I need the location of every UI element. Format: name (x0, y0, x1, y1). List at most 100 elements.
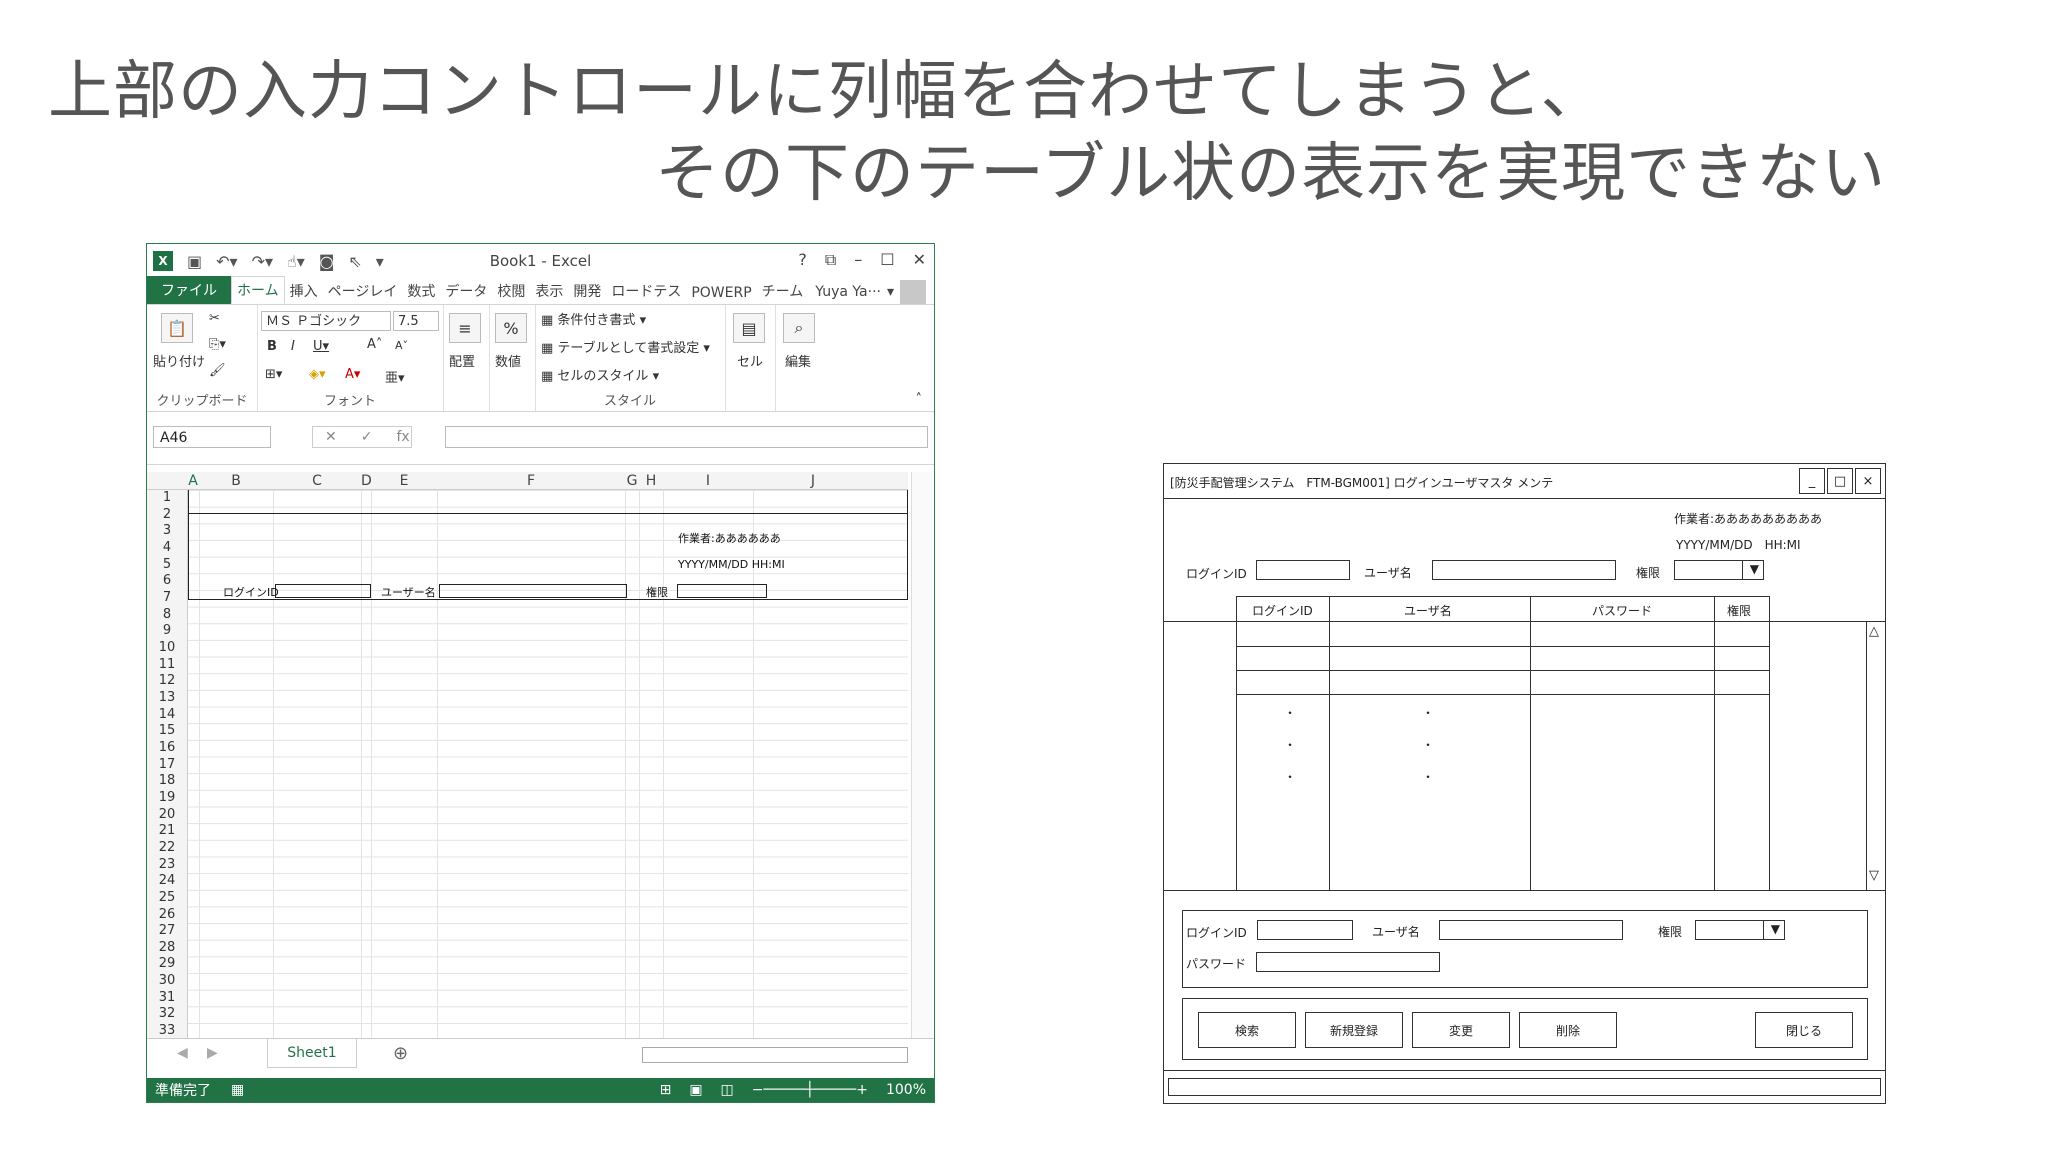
row-header[interactable]: 29 (147, 956, 187, 971)
enter-icon[interactable]: ✓ (361, 429, 373, 445)
customize-qat-icon[interactable]: ▾ (376, 252, 384, 271)
row-header[interactable]: 1 (147, 490, 187, 505)
col-header-i[interactable]: I (663, 473, 753, 489)
row-header[interactable]: 5 (147, 557, 187, 572)
row-header[interactable]: 6 (147, 573, 187, 588)
collapse-ribbon-icon[interactable]: ˄ (916, 392, 923, 407)
zoom-slider[interactable]: −─────┼─────+ (752, 1082, 868, 1098)
vertical-scrollbar[interactable] (911, 472, 932, 1038)
phonetic-icon[interactable]: 亜▾ (385, 367, 405, 386)
cancel-icon[interactable]: ✕ (325, 429, 337, 445)
search-button[interactable]: 検索 (1198, 1012, 1296, 1048)
col-header-a[interactable]: A (187, 473, 199, 489)
page-break-view-icon[interactable]: ◫ (721, 1082, 734, 1098)
minimize-icon[interactable]: – (854, 250, 862, 270)
undo-icon[interactable]: ↶▾ (216, 252, 237, 271)
tab-developer[interactable]: 開発 (568, 278, 606, 304)
tab-data[interactable]: データ (440, 278, 492, 304)
row-header[interactable]: 28 (147, 940, 187, 955)
normal-view-icon[interactable]: ⊞ (660, 1082, 672, 1098)
ribbon-display-icon[interactable]: ⧉ (825, 250, 836, 270)
tab-load-test[interactable]: ロードテス (606, 278, 686, 304)
col-header-g[interactable]: G (625, 473, 639, 489)
format-as-table-button[interactable]: ▦ テーブルとして書式設定 ▾ (541, 337, 710, 356)
row-header[interactable]: 21 (147, 823, 187, 838)
row-header[interactable]: 2 (147, 507, 187, 522)
scroll-up-icon[interactable]: △ (1869, 624, 1879, 639)
user-name-input-cell[interactable] (439, 584, 627, 598)
tab-powerpivot[interactable]: POWERP (686, 282, 756, 304)
row-header[interactable]: 14 (147, 707, 187, 722)
row-header[interactable]: 25 (147, 890, 187, 905)
formula-input[interactable] (445, 426, 928, 448)
tab-page-layout[interactable]: ページレイ (323, 278, 403, 304)
row-header[interactable]: 13 (147, 690, 187, 705)
paste-button[interactable]: 貼り付け (153, 351, 205, 370)
delete-button[interactable]: 削除 (1519, 1012, 1617, 1048)
tab-review[interactable]: 校閲 (492, 278, 530, 304)
col-header-c[interactable]: C (273, 473, 361, 489)
row-header[interactable]: 7 (147, 590, 187, 605)
row-header[interactable]: 30 (147, 973, 187, 988)
cut-icon[interactable]: ✂ (209, 311, 220, 326)
row-header[interactable]: 15 (147, 723, 187, 738)
dialog-maximize-icon[interactable]: □ (1827, 468, 1853, 494)
copy-icon[interactable]: ⎘▾ (209, 337, 226, 352)
tab-file[interactable]: ファイル (147, 276, 231, 304)
redo-icon[interactable]: ↷▾ (252, 252, 273, 271)
font-name-select[interactable]: ＭＳ Ｐゴシック (261, 311, 391, 331)
format-painter-icon[interactable]: 🖌 (209, 363, 226, 378)
col-header-j[interactable]: J (753, 473, 873, 489)
macro-record-icon[interactable]: ▦ (231, 1082, 244, 1098)
tab-formulas[interactable]: 数式 (402, 278, 440, 304)
fill-color-icon[interactable]: ◈▾ (309, 367, 326, 382)
edit-login-id-input[interactable] (1257, 920, 1353, 940)
help-icon[interactable]: ? (798, 250, 807, 270)
edit-user-name-input[interactable] (1439, 920, 1623, 940)
bold-icon[interactable]: B (267, 339, 277, 354)
italic-icon[interactable]: I (291, 339, 295, 354)
row-header[interactable]: 9 (147, 623, 187, 638)
filter-login-id-input[interactable] (1256, 560, 1350, 580)
find-icon[interactable]: ⌕ (783, 313, 815, 343)
close-button[interactable]: 閉じる (1755, 1012, 1853, 1048)
row-header[interactable]: 16 (147, 740, 187, 755)
row-header[interactable]: 8 (147, 607, 187, 622)
horizontal-scrollbar[interactable] (642, 1047, 908, 1063)
tab-team[interactable]: チーム (757, 278, 809, 304)
row-header[interactable]: 23 (147, 857, 187, 872)
paste-icon[interactable]: 📋 (161, 313, 193, 343)
row-header[interactable]: 10 (147, 640, 187, 655)
font-color-icon[interactable]: A▾ (345, 367, 360, 382)
add-sheet-icon[interactable]: ⊕ (393, 1043, 408, 1064)
cells-icon[interactable]: ▤ (733, 313, 765, 343)
editing-button[interactable]: 編集 (785, 351, 811, 370)
tab-insert[interactable]: 挿入 (285, 278, 323, 304)
scroll-down-icon[interactable]: ▽ (1869, 868, 1879, 883)
filter-permission-select[interactable]: ▼ (1674, 560, 1764, 580)
row-header[interactable]: 33 (147, 1023, 187, 1038)
row-header[interactable]: 11 (147, 657, 187, 672)
login-id-input-cell[interactable] (275, 584, 371, 598)
user-account[interactable]: Yuya Ya··· ▾ (815, 280, 934, 304)
edit-permission-select[interactable]: ▼ (1695, 920, 1785, 940)
shrink-font-icon[interactable]: A˅ (395, 339, 408, 352)
align-button[interactable]: 配置 (449, 351, 475, 370)
cell-styles-button[interactable]: ▦ セルのスタイル ▾ (541, 365, 659, 384)
row-header[interactable]: 20 (147, 807, 187, 822)
dialog-minimize-icon[interactable]: _ (1799, 468, 1825, 494)
permission-input-cell[interactable] (677, 584, 767, 598)
align-icon[interactable]: ≡ (449, 313, 481, 343)
pointer-icon[interactable]: ⇖ (348, 252, 361, 271)
row-header[interactable]: 17 (147, 757, 187, 772)
page-layout-view-icon[interactable]: ▣ (689, 1082, 702, 1098)
cell-grid[interactable]: 作業者:ああああああ YYYY/MM/DD HH:MI ログインID ユーザー名… (188, 490, 908, 1038)
filter-user-name-input[interactable] (1432, 560, 1616, 580)
cells-button[interactable]: セル (737, 351, 763, 370)
prev-sheet-icon[interactable]: ◀ (177, 1045, 188, 1061)
tab-home[interactable]: ホーム (231, 276, 285, 304)
close-icon[interactable]: ✕ (913, 250, 926, 270)
next-sheet-icon[interactable]: ▶ (207, 1045, 218, 1061)
row-header[interactable]: 4 (147, 540, 187, 555)
row-header[interactable]: 31 (147, 990, 187, 1005)
